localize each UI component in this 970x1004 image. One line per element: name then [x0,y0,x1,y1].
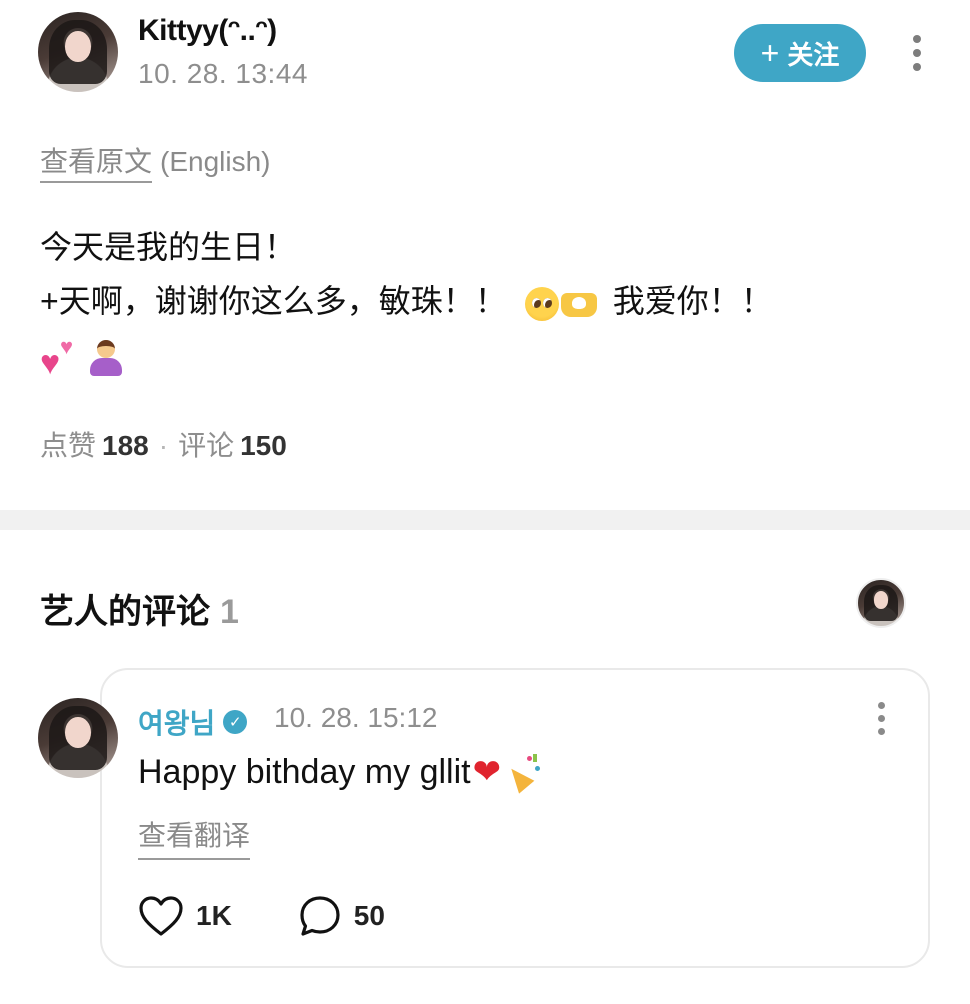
comment-actions: 1K 50 [138,892,385,940]
comment-author-name[interactable]: 여왕님 [138,702,215,742]
artist-comments-title: 艺人的评论 1 [40,584,239,633]
comment-like-button[interactable]: 1K [138,895,232,937]
plus-icon: + [760,35,780,71]
comment-timestamp: 10. 28. 15:12 [274,702,438,733]
comment-text-content: Happy bithday my gllit [138,752,471,791]
verified-badge-icon: ✓ [223,710,248,734]
party-popper-icon [503,752,545,794]
follow-button[interactable]: + 关注 [734,24,866,82]
stats-separator: · [158,430,169,461]
post-body-line-2-tail: 我爱你！！ [612,283,773,319]
view-translation-link[interactable]: 查看翻译 [138,814,251,860]
comment-author-avatar[interactable] [38,698,118,778]
heart-outline-icon[interactable] [138,895,184,937]
post-stats: 点赞 188 · 评论 150 [40,424,287,464]
comment-like-count: 1K [196,900,232,931]
likes-label: 点赞 [40,430,97,461]
comments-label: 评论 [178,430,235,461]
comment-reply-count: 50 [353,900,385,931]
follow-label: 关注 [787,39,840,70]
comment-text: Happy bithday my gllit ❤ [138,752,545,794]
post-body-line-2: +天啊，谢谢你这么多，敏珠！！ 我爱你！！ [40,274,930,328]
post-more-options-icon[interactable] [911,35,923,71]
two-hearts-icon: ♥ ♥ [40,333,74,382]
comment-reply-button[interactable]: 50 [298,894,385,938]
post-body-line-3: ♥ ♥ [40,328,930,382]
comment-more-options-icon[interactable] [875,702,887,735]
post-header: Kittyy(ᵔ..ᵔ) 10. 28. 13:44 + 关注 [0,0,970,110]
red-heart-icon: ❤ [472,753,502,791]
artist-avatar[interactable] [856,578,906,628]
post-body-line-1: 今天是我的生日！ [40,229,297,265]
comments-count[interactable]: 150 [240,430,287,461]
section-divider [0,510,970,530]
comment-author[interactable]: 여왕님 ✓ [138,702,248,742]
post-body-line-2-text: +天啊，谢谢你这么多，敏珠！！ [40,283,507,319]
artist-comments-count: 1 [220,593,239,631]
person-bowing-icon [86,338,126,378]
view-original-toggle[interactable]: 查看原文 (English) [40,140,271,183]
view-original-link[interactable]: 查看原文 [40,146,153,183]
pleading-face-icon [524,286,559,321]
speech-bubble-icon[interactable] [298,894,342,938]
post-body: 今天是我的生日！ +天啊，谢谢你这么多，敏珠！！ 我爱你！！ ♥ ♥ [40,220,930,382]
likes-count[interactable]: 188 [102,430,149,461]
post-timestamp: 10. 28. 13:44 [138,58,308,89]
artist-comments-label: 艺人的评论 [40,593,210,631]
post-author-avatar[interactable] [38,12,118,92]
view-original-language: (English) [160,146,271,177]
post-author-name[interactable]: Kittyy(ᵔ..ᵔ) [138,14,277,48]
heart-hands-icon [559,289,599,319]
